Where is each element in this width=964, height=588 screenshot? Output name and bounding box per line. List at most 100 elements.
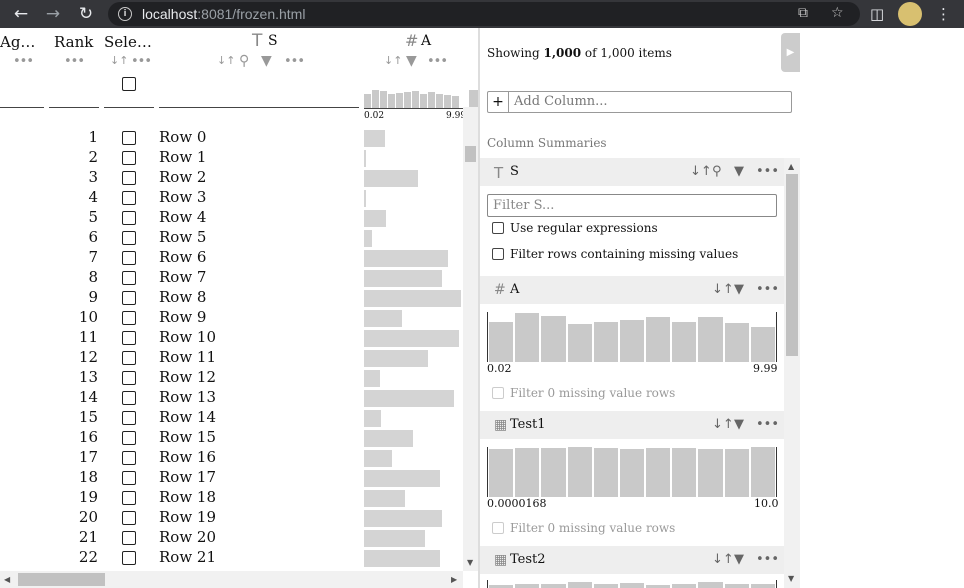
histogram-bar[interactable]	[567, 582, 592, 588]
table-scroll-down-icon[interactable]: ▼	[467, 558, 473, 567]
histogram-bar[interactable]	[750, 584, 775, 588]
histogram-bar[interactable]	[593, 322, 618, 362]
collapse-panel-button[interactable]: ▶	[781, 33, 800, 72]
header-s[interactable]: S	[268, 33, 278, 49]
avatar[interactable]	[898, 2, 922, 26]
row-checkbox[interactable]	[122, 231, 136, 245]
add-column-input[interactable]: + Add Column...	[487, 91, 792, 113]
row-checkbox[interactable]	[122, 451, 136, 465]
filter-icon[interactable]: ▼	[734, 164, 744, 179]
address-bar[interactable]: i localhost:8081/frozen.html ⧉ ☆	[108, 2, 860, 26]
a-missing-checkbox[interactable]	[492, 387, 504, 399]
panel-scroll-thumb[interactable]	[786, 174, 798, 356]
missing-values-checkbox[interactable]	[492, 248, 504, 260]
histogram-bar[interactable]	[567, 324, 592, 362]
select-more-icon[interactable]: •••	[131, 54, 152, 69]
back-arrow-icon[interactable]: ←	[11, 4, 31, 24]
more-icon[interactable]: •••	[756, 552, 779, 567]
row-checkbox[interactable]	[122, 391, 136, 405]
header-a[interactable]: A	[421, 33, 431, 49]
row-checkbox[interactable]	[122, 251, 136, 265]
histogram-bar[interactable]	[724, 449, 749, 497]
sidebar-icon[interactable]: ◫	[870, 4, 884, 24]
filter-icon[interactable]: ▼	[734, 552, 744, 567]
histogram-bar[interactable]	[515, 313, 540, 362]
sort-icon[interactable]: ↓↑	[712, 417, 734, 432]
histogram-bar[interactable]	[515, 448, 540, 497]
select-sort-icon[interactable]: ↓↑	[110, 54, 128, 67]
histogram-bar[interactable]	[724, 584, 749, 588]
scroll-down-icon[interactable]: ▼	[788, 574, 794, 583]
row-checkbox[interactable]	[122, 531, 136, 545]
row-checkbox[interactable]	[122, 291, 136, 305]
row-checkbox[interactable]	[122, 311, 136, 325]
sort-icon[interactable]: ↓↑	[690, 164, 712, 179]
menu-dots-icon[interactable]: ⋮	[936, 4, 951, 24]
histogram-bar[interactable]	[593, 448, 618, 497]
histogram-bar[interactable]	[750, 447, 775, 497]
more-icon[interactable]: •••	[756, 282, 779, 297]
row-checkbox[interactable]	[122, 511, 136, 525]
histogram-bar[interactable]	[541, 584, 566, 588]
plus-icon[interactable]: +	[488, 92, 509, 112]
table-vertical-thumb[interactable]	[465, 146, 476, 162]
histogram-bar[interactable]	[541, 316, 566, 362]
histogram-bar[interactable]	[672, 584, 697, 588]
histogram-bar[interactable]	[698, 449, 723, 497]
info-icon[interactable]: i	[118, 7, 132, 21]
a-filter-icon[interactable]: ▼	[406, 53, 417, 69]
table-horizontal-thumb[interactable]	[18, 573, 105, 586]
row-checkbox[interactable]	[122, 151, 136, 165]
row-checkbox[interactable]	[122, 431, 136, 445]
table-vertical-scrollbar[interactable]	[463, 107, 478, 571]
s-sort-icon[interactable]: ↓↑	[217, 54, 235, 67]
row-checkbox[interactable]	[122, 491, 136, 505]
search-icon[interactable]: ⚲	[239, 53, 249, 69]
sort-icon[interactable]: ↓↑	[712, 552, 734, 567]
histogram-bar[interactable]	[619, 583, 645, 588]
histogram-bar[interactable]	[750, 327, 775, 362]
row-checkbox[interactable]	[122, 131, 136, 145]
star-icon[interactable]: ☆	[831, 5, 844, 21]
row-checkbox[interactable]	[122, 331, 136, 345]
more-icon[interactable]: •••	[756, 164, 779, 179]
row-checkbox[interactable]	[122, 471, 136, 485]
histogram-bar[interactable]	[698, 582, 723, 588]
scroll-up-icon[interactable]: ▲	[788, 162, 794, 171]
rank-more-icon[interactable]: •••	[64, 54, 85, 69]
row-checkbox[interactable]	[122, 191, 136, 205]
histogram-bar[interactable]	[672, 322, 697, 362]
more-icon[interactable]: •••	[756, 417, 779, 432]
share-icon[interactable]: ⧉	[798, 5, 808, 21]
row-checkbox[interactable]	[122, 171, 136, 185]
histogram-bar[interactable]	[567, 447, 592, 497]
a-sort-icon[interactable]: ↓↑	[384, 54, 402, 67]
filter-icon[interactable]: ▼	[734, 417, 744, 432]
a-more-icon[interactable]: •••	[427, 54, 448, 69]
table-scroll-left-icon[interactable]: ◀	[4, 575, 10, 584]
histogram-bar[interactable]	[489, 322, 514, 362]
histogram-bar[interactable]	[724, 323, 749, 362]
row-checkbox[interactable]	[122, 551, 136, 565]
filter-icon[interactable]: ▼	[734, 282, 744, 297]
age-more-icon[interactable]: •••	[13, 54, 34, 69]
histogram-bar[interactable]	[593, 584, 618, 588]
header-select[interactable]: Sele…	[104, 33, 152, 51]
sort-icon[interactable]: ↓↑	[712, 282, 734, 297]
histogram-bar[interactable]	[619, 449, 645, 497]
regex-checkbox[interactable]	[492, 222, 504, 234]
reload-icon[interactable]: ↻	[76, 4, 96, 24]
header-age[interactable]: Ag…	[0, 33, 35, 51]
histogram-bar[interactable]	[541, 448, 566, 497]
s-filter-icon[interactable]: ▼	[261, 53, 272, 69]
histogram-bar[interactable]	[619, 320, 645, 362]
histogram-bar[interactable]	[698, 317, 723, 362]
row-checkbox[interactable]	[122, 351, 136, 365]
row-checkbox[interactable]	[122, 411, 136, 425]
select-all-checkbox[interactable]	[122, 77, 136, 91]
table-scroll-right-icon[interactable]: ▶	[451, 575, 457, 584]
search-icon[interactable]: ⚲	[712, 164, 722, 179]
histogram-bar[interactable]	[672, 448, 697, 497]
histogram-bar[interactable]	[646, 448, 671, 497]
row-checkbox[interactable]	[122, 271, 136, 285]
